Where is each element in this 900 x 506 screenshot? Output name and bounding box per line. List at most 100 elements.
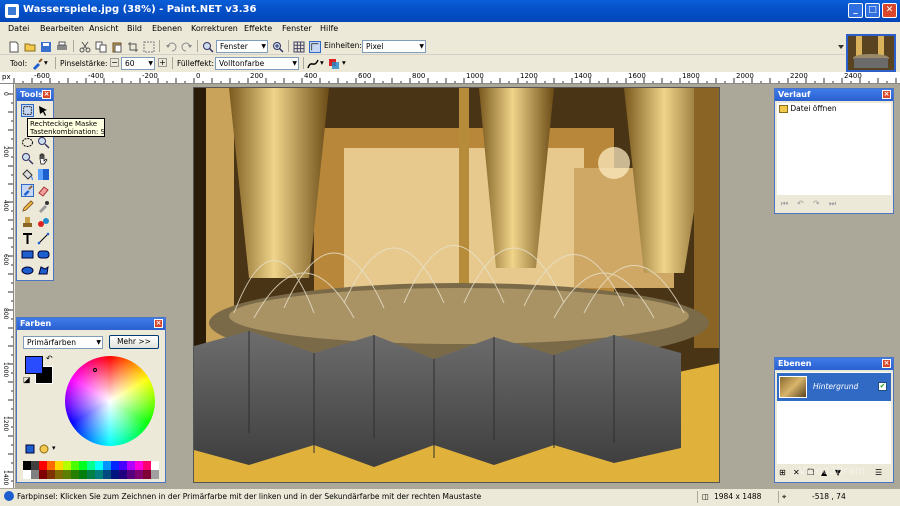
antialiasing-icon[interactable] — [307, 58, 319, 70]
menu-bearbeiten[interactable]: Bearbeiten — [40, 24, 84, 33]
layer-thumbnail — [779, 376, 807, 398]
text-icon[interactable] — [21, 232, 34, 245]
deselect-icon[interactable] — [143, 41, 155, 53]
tool-label: Tool: — [10, 59, 28, 68]
image-thumbnail[interactable] — [846, 34, 896, 72]
menu-hilfe[interactable]: Hilfe — [320, 24, 338, 33]
app-icon — [5, 4, 19, 18]
fast-forward-icon[interactable]: ⏭ — [829, 199, 836, 209]
paintbrush-tool-icon[interactable] — [21, 184, 34, 197]
brush-width-value: 60 — [125, 59, 135, 68]
swap-colors-icon[interactable]: ↶ — [46, 354, 53, 363]
pencil-icon[interactable] — [21, 200, 34, 213]
color-wheel[interactable] — [65, 356, 155, 446]
brush-width-decrease-button[interactable]: − — [110, 58, 119, 67]
ruler-tick-label: 200 — [2, 146, 9, 158]
status-hint: Farbpinsel: Klicken Sie zum Zeichnen in … — [17, 492, 482, 501]
rounded-rectangle-icon[interactable] — [37, 248, 50, 261]
blend-mode-icon[interactable] — [328, 58, 340, 70]
grid-icon[interactable] — [293, 41, 305, 53]
close-icon[interactable]: × — [42, 90, 51, 99]
rulers-icon[interactable] — [309, 41, 321, 53]
fill-combo[interactable]: Volltonfarbe ▼ — [215, 57, 299, 70]
color-wheel-cursor[interactable] — [93, 368, 97, 372]
tooltip-shortcut: Tastenkombination: S — [30, 128, 105, 136]
rectangle-shape-icon[interactable] — [21, 248, 34, 261]
paste-icon[interactable] — [111, 41, 123, 53]
menu-fenster[interactable]: Fenster — [282, 24, 312, 33]
add-palette-icon[interactable] — [39, 444, 49, 454]
ruler-tick-label: 2400 — [844, 72, 862, 80]
units-combo[interactable]: Pixel ▼ — [362, 40, 426, 53]
print-icon[interactable] — [56, 41, 68, 53]
redo-icon[interactable]: ↷ — [813, 199, 820, 208]
move-selection-icon[interactable] — [37, 104, 50, 117]
primary-color-swatch[interactable] — [25, 356, 43, 374]
freeform-shape-icon[interactable] — [37, 264, 50, 277]
save-icon[interactable] — [40, 41, 52, 53]
crop-icon[interactable] — [127, 41, 139, 53]
reset-colors-icon[interactable]: ◪ — [23, 375, 31, 384]
menu-datei[interactable]: Datei — [8, 24, 29, 33]
ellipse-shape-icon[interactable] — [21, 264, 34, 277]
color-mode-combo[interactable]: Primärfarben ▼ — [23, 336, 103, 349]
rectangle-select-icon[interactable] — [21, 104, 34, 117]
tools-panel-title: Tools — [20, 90, 43, 99]
zoom-icon[interactable] — [202, 41, 214, 53]
maximize-button[interactable]: □ — [865, 3, 880, 18]
title-bar: Wasserspiele.jpg (38%) - Paint.NET v3.36… — [0, 0, 900, 22]
copy-icon[interactable] — [95, 41, 107, 53]
palette-icon[interactable] — [25, 444, 35, 454]
recolor-icon[interactable] — [37, 216, 50, 229]
close-icon[interactable]: × — [882, 359, 891, 368]
magic-wand-zoom-icon[interactable] — [37, 136, 50, 149]
add-layer-icon[interactable]: ⊞ — [779, 468, 786, 477]
menu-effekte[interactable]: Effekte — [244, 24, 272, 33]
minimize-button[interactable]: _ — [848, 3, 863, 18]
ellipse-select-icon[interactable] — [21, 136, 34, 149]
undo-icon[interactable]: ↶ — [797, 199, 804, 208]
zoom-tool-icon[interactable] — [21, 152, 34, 165]
pan-hand-icon[interactable] — [37, 152, 50, 165]
paint-bucket-icon[interactable] — [21, 168, 34, 181]
layer-row[interactable]: Hintergrund ✔ — [777, 373, 891, 401]
menu-korrekturen[interactable]: Korrekturen — [191, 24, 238, 33]
clone-stamp-icon[interactable] — [21, 216, 34, 229]
brush-width-field[interactable]: 60 ▼ — [121, 57, 155, 70]
ruler-tick-label: 200 — [250, 72, 264, 80]
color-palette[interactable] — [23, 461, 159, 479]
chevron-down-icon: ▼ — [96, 339, 101, 346]
history-item[interactable]: Datei öffnen — [779, 104, 837, 113]
menu-bild[interactable]: Bild — [127, 24, 142, 33]
chevron-down-icon[interactable]: ▾ — [44, 58, 48, 67]
redo-icon[interactable] — [181, 41, 193, 53]
rewind-icon[interactable]: ⏮ — [781, 199, 788, 209]
tooltip-title: Rechteckige Maske — [30, 120, 98, 128]
more-button[interactable]: Mehr >> — [109, 335, 159, 349]
zoom-in-icon[interactable] — [272, 41, 284, 53]
chevron-down-icon[interactable]: ▾ — [320, 58, 324, 67]
layer-properties-icon[interactable]: ☰ — [875, 468, 882, 477]
line-curve-icon[interactable] — [37, 232, 50, 245]
image-canvas[interactable] — [193, 87, 720, 483]
zoom-combo[interactable]: Fenster ▼ — [216, 40, 268, 53]
paintbrush-icon[interactable] — [31, 58, 43, 70]
undo-icon[interactable] — [165, 41, 177, 53]
layer-visibility-checkbox[interactable]: ✔ — [878, 382, 887, 391]
close-icon[interactable]: × — [154, 319, 163, 328]
status-bar: Farbpinsel: Klicken Sie zum Zeichnen in … — [0, 488, 900, 506]
menu-ansicht[interactable]: Ansicht — [89, 24, 119, 33]
chevron-down-icon[interactable]: ▾ — [342, 58, 346, 67]
brush-width-increase-button[interactable]: + — [158, 58, 167, 67]
eraser-icon[interactable] — [37, 184, 50, 197]
close-button[interactable]: ✕ — [882, 3, 897, 18]
gradient-icon[interactable] — [37, 168, 50, 181]
color-picker-icon[interactable] — [37, 200, 50, 213]
ruler-tick-label: 1800 — [682, 72, 700, 80]
menu-ebenen[interactable]: Ebenen — [152, 24, 182, 33]
close-icon[interactable]: × — [882, 90, 891, 99]
open-folder-icon[interactable] — [24, 41, 36, 53]
cut-icon[interactable] — [79, 41, 91, 53]
new-file-icon[interactable] — [8, 41, 20, 53]
chevron-down-icon[interactable]: ▾ — [52, 444, 56, 452]
